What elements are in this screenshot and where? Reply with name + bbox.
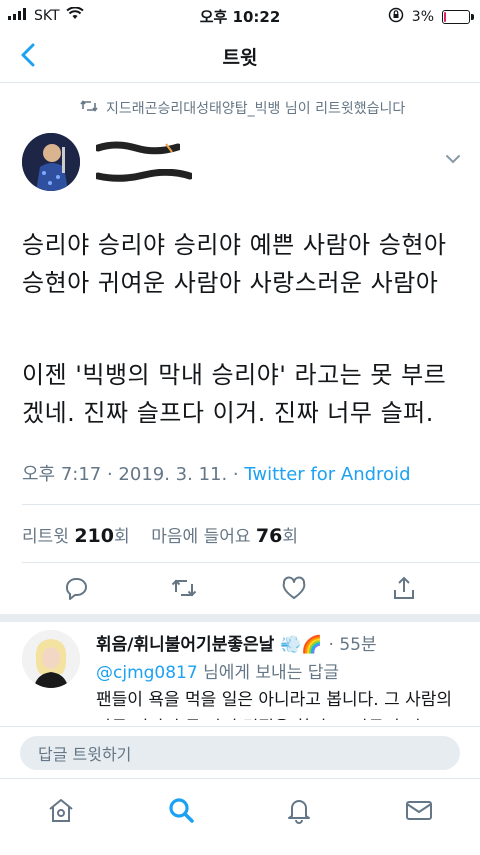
- like-icon[interactable]: [280, 574, 308, 602]
- tweet-stats: 리트윗 210회 마음에 들어요 76회: [22, 522, 298, 547]
- tweet-meta: 오후 7:17 · 2019. 3. 11. · Twitter for And…: [22, 460, 411, 486]
- reply-author-avatar[interactable]: [22, 630, 80, 688]
- share-icon[interactable]: [390, 574, 418, 602]
- retweet-icon: [80, 99, 98, 117]
- tweet-text-paragraph-2: 이젠 '빅뱅의 막내 승리야' 라고는 못 부르겠네. 진짜 슬프다 이거. 진…: [22, 361, 447, 427]
- battery-icon: [442, 10, 474, 24]
- home-icon[interactable]: [46, 795, 76, 825]
- reply-input[interactable]: [36, 736, 440, 772]
- like-unit: 회: [282, 527, 299, 547]
- battery-fill: [444, 12, 446, 22]
- battery-percent: 3%: [411, 9, 434, 25]
- like-count: 76: [255, 525, 283, 547]
- like-stat[interactable]: 마음에 들어요 76회: [151, 525, 299, 547]
- retweet-stat[interactable]: 리트윗 210회: [22, 525, 130, 547]
- tweet-actions: [0, 570, 480, 610]
- tweet-timestamp: 오후 7:17 · 2019. 3. 11. ·: [22, 464, 245, 485]
- retweeted-by-text: 지드래곤승리대성태양탑_빅뱅 님이 리트윗했습니다: [106, 101, 406, 117]
- section-separator: [0, 614, 480, 622]
- author-avatar[interactable]: [22, 133, 80, 191]
- tab-bar: [0, 778, 480, 855]
- notifications-icon[interactable]: [284, 795, 314, 825]
- messages-icon[interactable]: [404, 795, 434, 825]
- reply-to-line: @cjmg0817 님에게 보내는 답글: [96, 658, 339, 683]
- tweet-source-link[interactable]: Twitter for Android: [244, 464, 410, 485]
- nav-bar: 트윗: [0, 30, 480, 83]
- retweet-stat-label: 리트윗: [22, 527, 69, 547]
- reply-to-mention[interactable]: @cjmg0817: [96, 663, 198, 683]
- retweet-count: 210: [74, 525, 114, 547]
- orientation-lock-icon: [388, 7, 404, 27]
- reply-author-name[interactable]: 휘음/휘니불어기분좋은날 💨🌈: [96, 635, 323, 655]
- reply-body-text: 팬들이 욕을 먹을 일은 아니라고 봅니다. 그 사람의 다른 면까지 못 봐서…: [96, 690, 453, 720]
- caret-down-icon[interactable]: [444, 150, 462, 169]
- like-stat-label: 마음에 들어요: [151, 527, 251, 547]
- reply-composer-box[interactable]: [20, 736, 460, 772]
- redacted-author-name[interactable]: [94, 140, 182, 155]
- page-title: 트윗: [222, 47, 258, 69]
- divider: [22, 504, 480, 505]
- divider: [22, 562, 480, 563]
- redacted-author-handle[interactable]: [94, 168, 194, 182]
- status-bar: SKT 오후 10:22 3%: [0, 0, 480, 30]
- search-icon[interactable]: [166, 795, 196, 825]
- reply-composer: [0, 726, 480, 779]
- tweet-text-paragraph-1: 승리야 승리야 승리야 예쁜 사람아 승현아 승현아 귀여운 사람아 사랑스러운…: [22, 231, 447, 297]
- reply-header: 휘음/휘니불어기분좋은날 💨🌈 · 55분: [96, 630, 377, 655]
- reply-time: · 55분: [328, 635, 377, 655]
- retweeted-by-banner[interactable]: 지드래곤승리대성태양탑_빅뱅 님이 리트윗했습니다: [80, 98, 405, 118]
- retweet-button-icon[interactable]: [170, 574, 198, 602]
- reply-to-suffix: 님에게 보내는 답글: [197, 663, 340, 683]
- retweet-unit: 회: [114, 527, 130, 547]
- status-right: 3%: [388, 7, 474, 27]
- reply-icon[interactable]: [62, 574, 90, 602]
